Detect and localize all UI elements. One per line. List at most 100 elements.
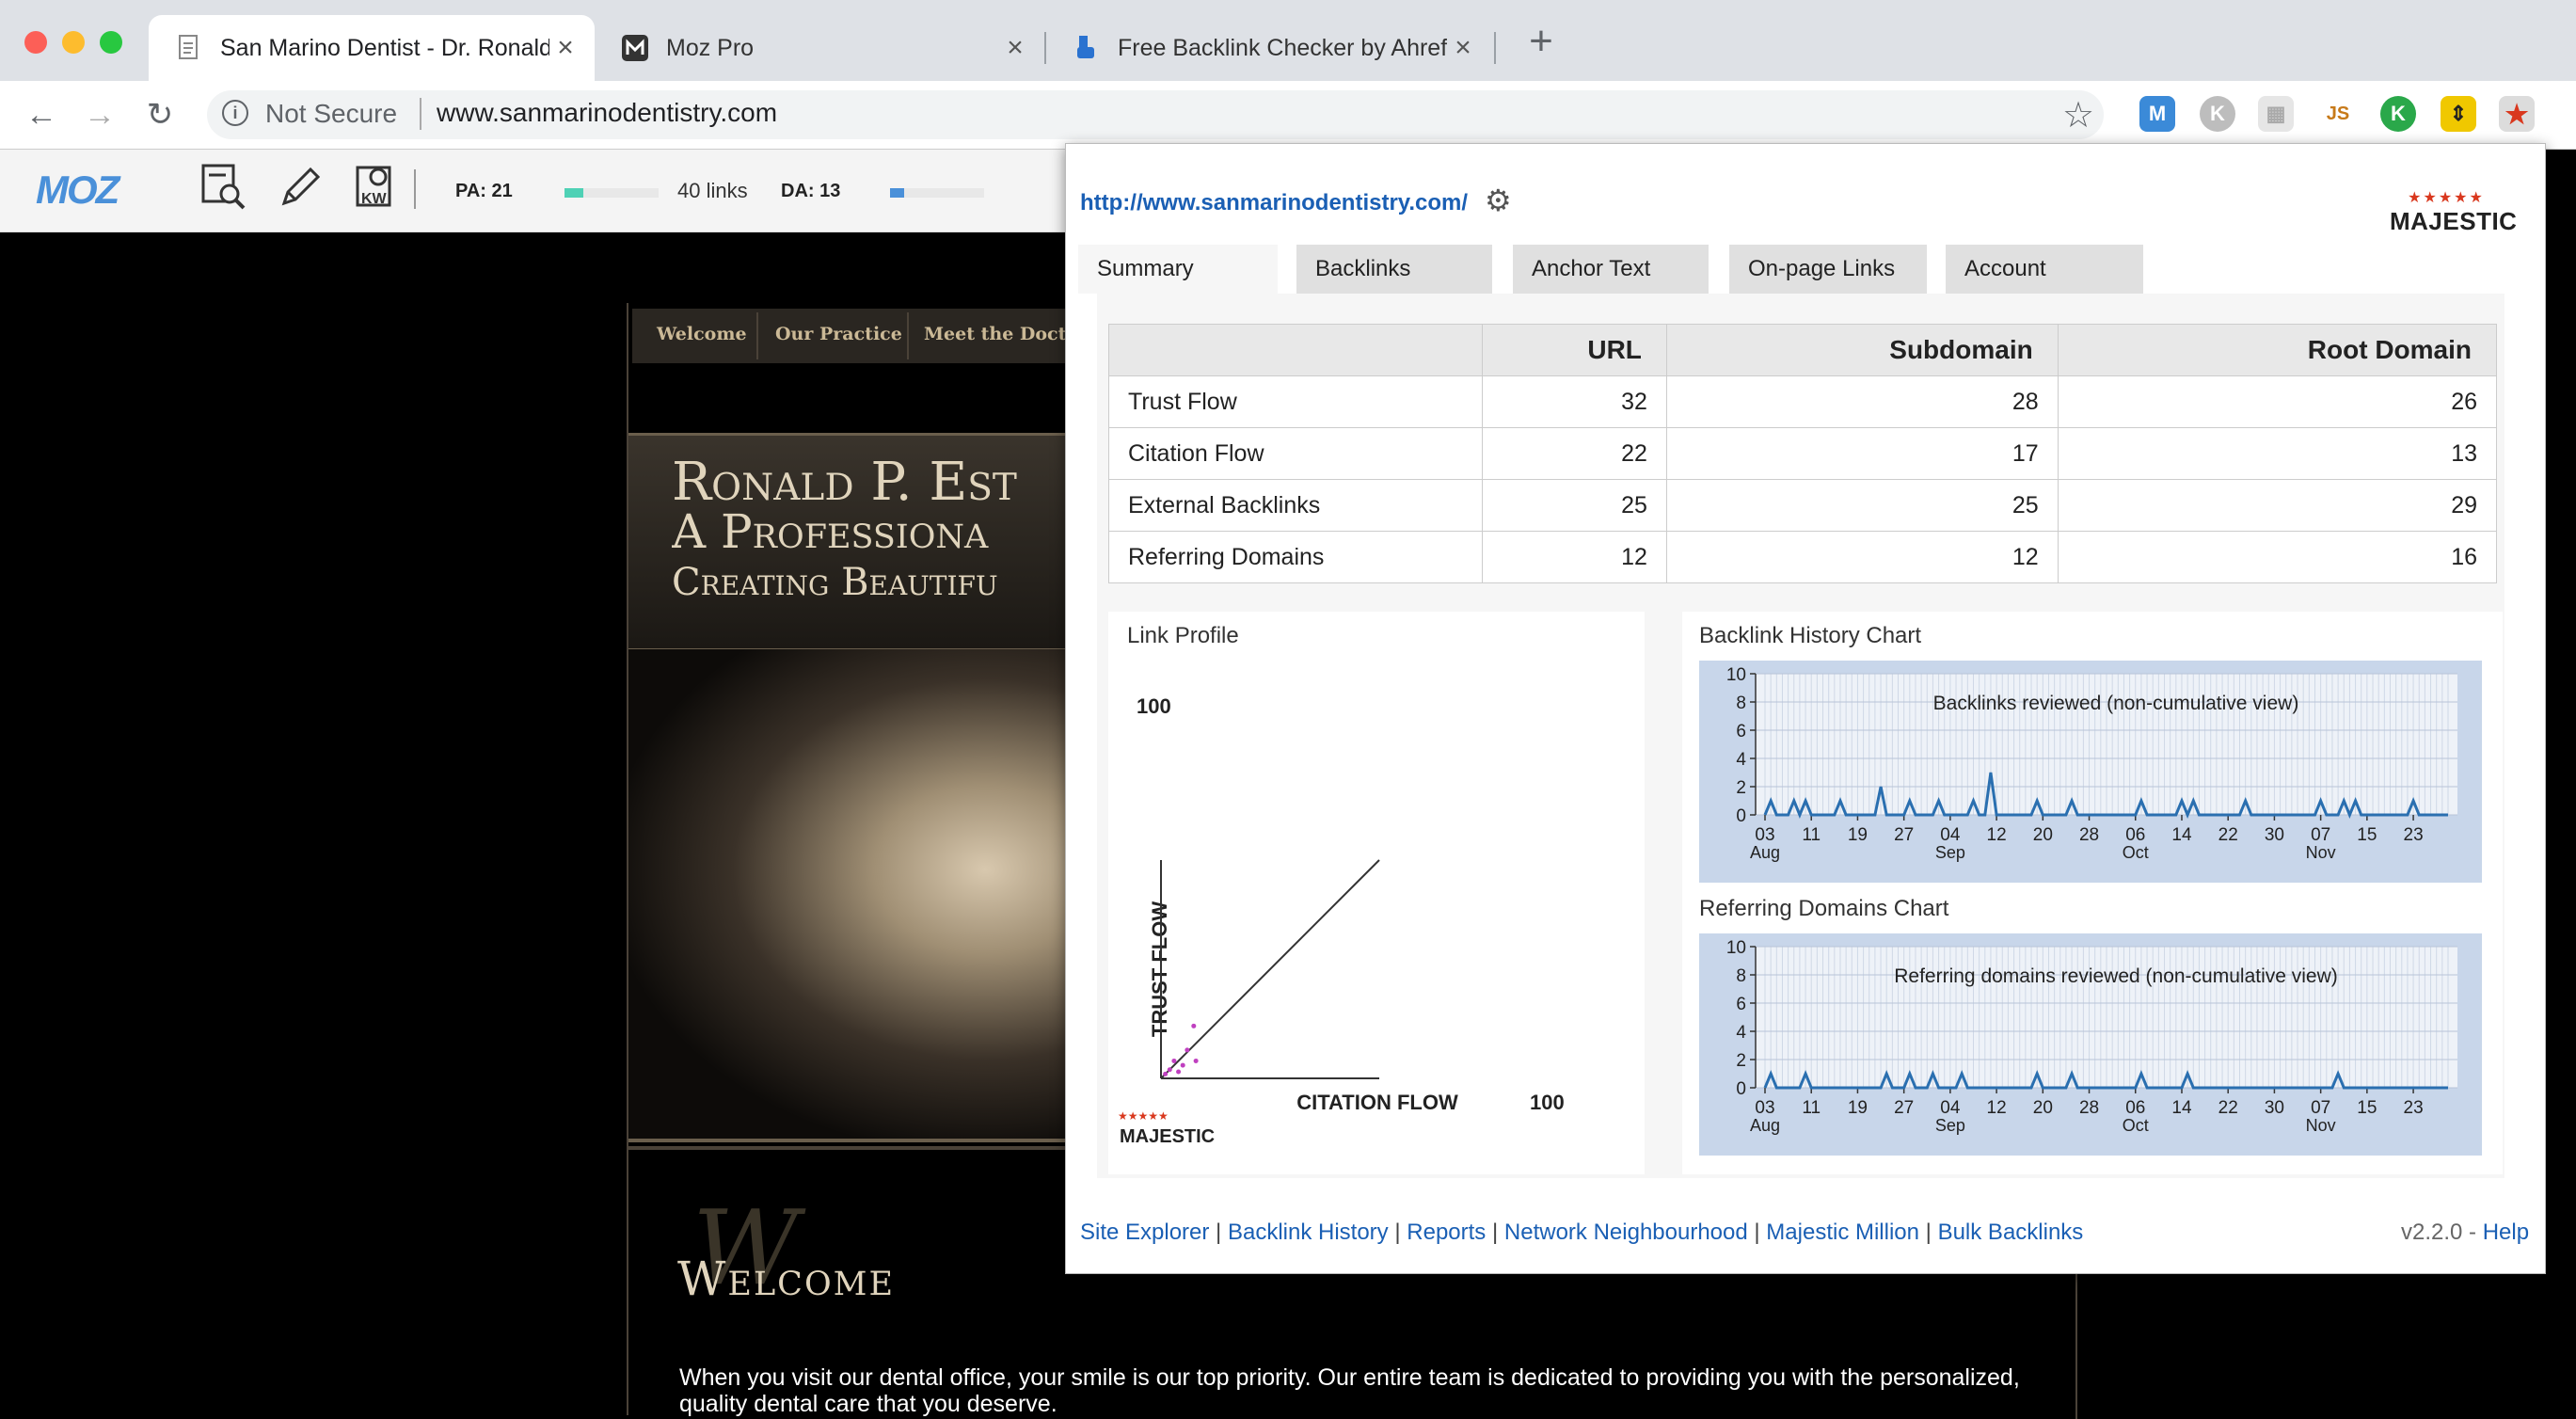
y-tick-label: 4	[1736, 1023, 1746, 1043]
x-tick-label: 03	[1755, 825, 1774, 845]
month-label: Oct	[2123, 843, 2149, 862]
tab-moz-pro[interactable]: Moz Pro ×	[595, 15, 1044, 81]
tab-summary[interactable]: Summary	[1078, 245, 1278, 294]
y-tick-label: 2	[1736, 1051, 1746, 1071]
moz-m-icon	[621, 34, 649, 62]
bookmark-star-icon[interactable]: ☆	[2062, 94, 2094, 136]
link-profile-chart: 100 TRUST FLOW CITATION FLOW 100 ★★★★★ M…	[1118, 694, 1565, 1147]
new-tab-button[interactable]: +	[1522, 21, 1560, 62]
scatter-point	[1163, 1071, 1169, 1076]
link-network-neighbourhood[interactable]: Network Neighbourhood	[1504, 1220, 1748, 1245]
x-max-label: 100	[1530, 1091, 1565, 1114]
hero-line-3: Creating Beautifu	[672, 561, 998, 604]
majestic-small-logo-text: MAJESTIC	[1120, 1126, 1215, 1147]
nav-separator	[756, 312, 758, 359]
close-tab-icon[interactable]: ×	[999, 32, 1031, 64]
header-url: URL	[1482, 324, 1667, 376]
forward-button[interactable]: →	[79, 94, 120, 136]
backlink-chart-title: Backlink History Chart	[1699, 623, 1922, 648]
links-count[interactable]: 40 links	[677, 179, 748, 203]
url-text[interactable]: www.sanmarinodentistry.com	[437, 98, 777, 128]
header-root-domain: Root Domain	[2057, 324, 2498, 376]
minimize-window-button[interactable]	[62, 31, 85, 54]
cell-url: 12	[1482, 531, 1667, 583]
tab-account[interactable]: Account	[1946, 245, 2143, 294]
green-extension-icon[interactable]: K	[2380, 96, 2416, 132]
x-tick-label: 28	[2079, 1098, 2099, 1118]
cell-root: 26	[2057, 375, 2498, 428]
y-tick-label: 8	[1736, 966, 1746, 986]
reload-button[interactable]: ↻	[139, 94, 181, 136]
moz-extension-icon[interactable]: M	[2139, 96, 2175, 132]
scatter-point	[1171, 1058, 1177, 1063]
x-tick-label: 12	[1987, 1098, 2007, 1118]
month-label: Sep	[1935, 843, 1965, 862]
majestic-stars-icon: ★★★★★	[1118, 1109, 1169, 1123]
x-tick-label: 30	[2265, 825, 2284, 845]
help-link[interactable]: Help	[2483, 1220, 2529, 1245]
link-backlink-history[interactable]: Backlink History	[1228, 1220, 1389, 1245]
y-max-label: 100	[1137, 694, 1171, 718]
x-tick-label: 28	[2079, 825, 2099, 845]
scatter-point	[1191, 1023, 1197, 1028]
page-analysis-icon[interactable]	[199, 162, 248, 211]
tab-ahrefs[interactable]: Free Backlink Checker by Ahrefs ×	[1046, 15, 1492, 81]
y-tick-label: 0	[1736, 1079, 1746, 1099]
js-extension-icon[interactable]: JS	[2320, 96, 2356, 132]
tab-san-marino[interactable]: San Marino Dentist - Dr. Ronald ×	[149, 15, 595, 81]
pencil-icon[interactable]	[277, 162, 326, 211]
cell-subdomain: 25	[1665, 479, 2059, 532]
x-tick-label: 11	[1802, 1098, 1821, 1118]
y-tick-label: 10	[1726, 938, 1746, 958]
month-label: Nov	[2306, 1116, 2336, 1135]
close-window-button[interactable]	[24, 31, 47, 54]
scatter-point	[1193, 1058, 1199, 1063]
row-label: Trust Flow	[1108, 375, 1483, 428]
analyzed-url[interactable]: http://www.sanmarinodentistry.com/	[1080, 190, 1468, 216]
k-extension-icon[interactable]: K	[2200, 96, 2235, 132]
month-label: Aug	[1750, 1116, 1780, 1135]
version-info: v2.2.0 - Help	[2401, 1220, 2530, 1245]
y-tick-label: 8	[1736, 694, 1746, 713]
tab-backlinks[interactable]: Backlinks	[1296, 245, 1492, 294]
maximize-window-button[interactable]	[100, 31, 122, 54]
site-nav-meet-doctor[interactable]: Meet the Doctor	[924, 324, 1065, 344]
link-reports[interactable]: Reports	[1407, 1220, 1486, 1245]
link-site-explorer[interactable]: Site Explorer	[1080, 1220, 1209, 1245]
y-tick-label: 6	[1736, 995, 1746, 1014]
chart-subtitle: Referring domains reviewed (non-cumulati…	[1894, 965, 2338, 987]
majestic-extension-icon[interactable]: ★	[2499, 96, 2535, 132]
tab-separator	[1494, 32, 1496, 64]
url-separator	[420, 98, 421, 130]
cell-root: 13	[2057, 427, 2498, 480]
back-button[interactable]: ←	[21, 94, 62, 136]
scatter-point	[1185, 1047, 1190, 1053]
x-tick-label: 04	[1940, 1098, 1961, 1118]
site-nav-welcome[interactable]: Welcome	[657, 324, 747, 344]
da-bar-track	[890, 188, 984, 198]
grid-extension-icon[interactable]: ▦	[2258, 96, 2294, 132]
link-bulk-backlinks[interactable]: Bulk Backlinks	[1938, 1220, 2084, 1245]
scatter-point	[1167, 1067, 1172, 1073]
welcome-heading: Welcome	[677, 1252, 896, 1306]
keyword-check-icon[interactable]: KW	[352, 162, 401, 211]
link-majestic-million[interactable]: Majestic Million	[1766, 1220, 1919, 1245]
x-tick-label: 27	[1894, 1098, 1914, 1118]
cell-subdomain: 17	[1665, 427, 2059, 480]
tab-anchor-text[interactable]: Anchor Text	[1513, 245, 1709, 294]
tab-onpage-links[interactable]: On-page Links	[1729, 245, 1927, 294]
close-tab-icon[interactable]: ×	[1447, 32, 1479, 64]
x-tick-label: 19	[1848, 825, 1868, 845]
version-number: v2.2.0	[2401, 1220, 2463, 1245]
x-axis-label: CITATION FLOW	[1296, 1091, 1458, 1114]
gear-icon[interactable]: ⚙	[1485, 183, 1512, 218]
cell-root: 16	[2057, 531, 2498, 583]
hero-line-2: A Professiona	[672, 504, 989, 559]
close-tab-icon[interactable]: ×	[549, 32, 581, 64]
site-nav-our-practice[interactable]: Our Practice	[775, 324, 902, 344]
row-label: Referring Domains	[1108, 531, 1483, 583]
info-icon[interactable]: i	[222, 100, 248, 126]
domain-authority-label: DA: 13	[781, 181, 841, 201]
yellow-extension-icon[interactable]: ⇕	[2441, 96, 2476, 132]
y-tick-label: 4	[1736, 750, 1746, 770]
